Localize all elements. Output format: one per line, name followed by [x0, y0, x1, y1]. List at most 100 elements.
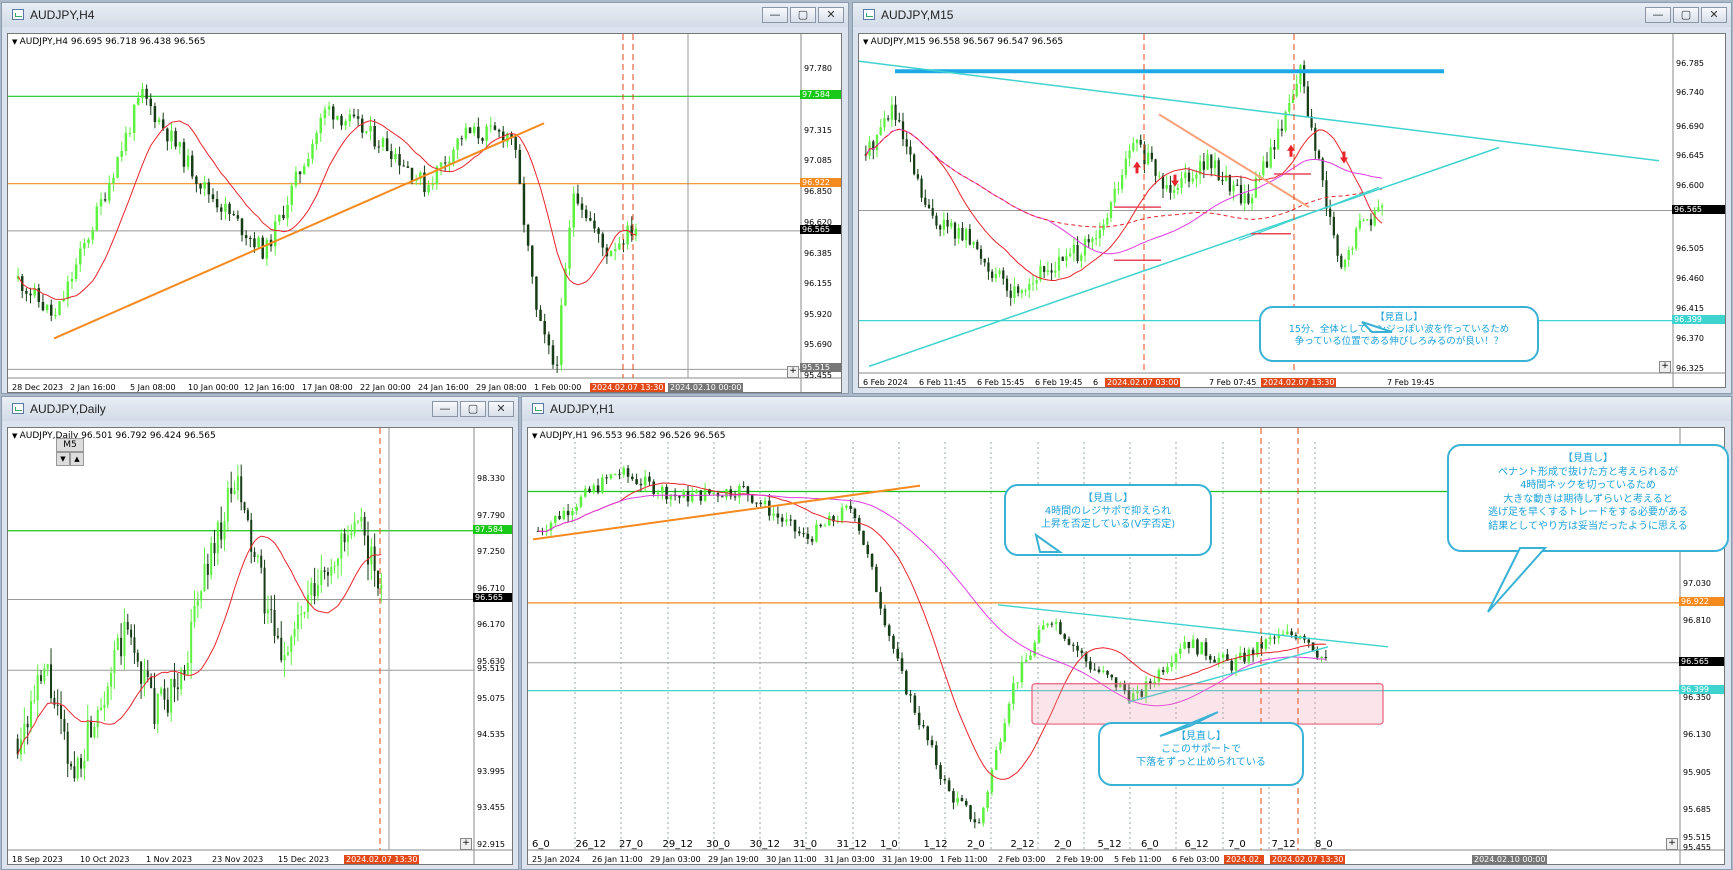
- bear-candle: [1213, 659, 1216, 663]
- bull-candle: [1362, 220, 1365, 222]
- window-daily[interactable]: AUDJPY,Daily — ▢ ✕ AUDJPY,Daily 96.501 9…: [1, 396, 519, 870]
- window-title: AUDJPY,M15: [881, 8, 954, 22]
- bear-candle: [916, 174, 919, 179]
- bull-candle: [1320, 657, 1323, 659]
- bull-candle: [489, 125, 493, 127]
- chart-header: AUDJPY,Daily 96.501 96.792 96.424 96.565: [12, 431, 216, 441]
- minimize-button[interactable]: —: [1645, 7, 1671, 23]
- bear-candle: [768, 500, 771, 516]
- chart-shift-icon[interactable]: +: [1666, 838, 1678, 850]
- price-label: 96.850: [804, 187, 832, 197]
- timeframe-up-icon[interactable]: ▲: [70, 452, 84, 466]
- bear-candle: [166, 699, 169, 713]
- price-label: 96.600: [1676, 181, 1704, 191]
- bear-candle: [103, 199, 107, 201]
- bear-candle: [626, 468, 630, 477]
- bull-candle: [1024, 290, 1027, 292]
- price-label: 96.325: [1676, 363, 1704, 373]
- chart-shift-icon[interactable]: +: [787, 366, 799, 378]
- bull-candle: [431, 184, 434, 186]
- bear-candle: [276, 635, 279, 638]
- bear-candle: [246, 510, 249, 520]
- chart-area-m15[interactable]: AUDJPY,M15 96.558 96.567 96.547 96.565 【…: [858, 33, 1726, 388]
- bear-candle: [331, 106, 335, 120]
- bull-candle: [875, 135, 879, 150]
- bear-candle: [1187, 172, 1191, 182]
- bull-candle: [1264, 639, 1268, 649]
- bear-candle: [733, 496, 737, 498]
- chart-area-h4[interactable]: AUDJPY,H4 96.695 96.718 96.438 96.565 97…: [7, 33, 842, 393]
- close-button[interactable]: ✕: [488, 401, 514, 417]
- bear-candle: [243, 502, 246, 511]
- bear-candle: [56, 704, 59, 706]
- close-button[interactable]: ✕: [1701, 7, 1727, 23]
- maximize-button[interactable]: ▢: [790, 7, 816, 23]
- moving-average-line: [17, 535, 382, 755]
- bull-candle: [91, 230, 94, 240]
- bear-candle: [1149, 681, 1152, 684]
- minimize-button[interactable]: —: [432, 401, 458, 417]
- chart-area-daily[interactable]: AUDJPY,Daily 96.501 96.792 96.424 96.565…: [7, 427, 513, 865]
- bull-candle: [1295, 83, 1298, 97]
- bear-candle: [1221, 179, 1224, 182]
- bull-candle: [1046, 623, 1049, 626]
- bull-candle: [33, 700, 36, 702]
- chart-shift-icon[interactable]: +: [1659, 361, 1671, 373]
- bear-candle: [1050, 623, 1054, 625]
- bull-candle: [226, 487, 229, 522]
- chart-header: AUDJPY,H1 96.553 96.582 96.526 96.565: [532, 431, 726, 441]
- bull-candle: [763, 500, 767, 505]
- bull-candle: [956, 798, 959, 803]
- bear-candle: [215, 199, 219, 208]
- bear-candle: [73, 766, 76, 779]
- bull-candle: [320, 570, 323, 586]
- maximize-button[interactable]: ▢: [1673, 7, 1699, 23]
- bear-candle: [70, 763, 73, 767]
- bear-candle: [253, 238, 256, 248]
- price-tag: 96.922: [1679, 596, 1724, 606]
- bear-candle: [373, 125, 376, 147]
- title-bar[interactable]: AUDJPY,H1: [522, 397, 1731, 421]
- title-bar[interactable]: AUDJPY,Daily — ▢ ✕: [2, 397, 518, 421]
- maximize-button[interactable]: ▢: [460, 401, 486, 417]
- timeframe-down-icon[interactable]: ▼: [56, 452, 70, 466]
- window-h4[interactable]: AUDJPY,H4 — ▢ ✕ AUDJPY,H4 96.695 96.718 …: [1, 2, 849, 394]
- bear-candle: [29, 293, 32, 296]
- bull-candle: [1132, 143, 1135, 151]
- bear-candle: [270, 609, 273, 611]
- bull-candle: [108, 183, 111, 201]
- bull-candle: [128, 132, 132, 134]
- window-m15[interactable]: AUDJPY,M15 — ▢ ✕ AUDJPY,M15 96.558 96.56…: [852, 2, 1732, 394]
- price-label: 96.155: [804, 278, 832, 288]
- bear-candle: [631, 476, 634, 480]
- price-tag: 96.922: [800, 177, 841, 187]
- bear-candle: [323, 570, 326, 572]
- bear-candle: [1169, 184, 1172, 193]
- bear-candle: [931, 208, 934, 216]
- timeframe-m5-button[interactable]: M5: [56, 438, 84, 452]
- bull-candle: [296, 614, 299, 630]
- bull-candle: [141, 88, 144, 98]
- bear-candle: [1325, 180, 1328, 209]
- price-label: 95.455: [1683, 843, 1711, 853]
- time-tag: 2024.02.07 13:30: [1270, 855, 1346, 864]
- minimize-button[interactable]: —: [762, 7, 788, 23]
- bear-candle: [584, 209, 588, 219]
- bear-candle: [539, 309, 542, 321]
- bear-candle: [1303, 65, 1306, 87]
- bull-candle: [327, 106, 331, 110]
- bull-candle: [439, 162, 443, 167]
- bull-candle: [302, 166, 306, 175]
- close-button[interactable]: ✕: [818, 7, 844, 23]
- bull-candle: [998, 270, 1001, 275]
- bear-candle: [1332, 216, 1335, 236]
- bull-candle: [46, 664, 49, 669]
- price-label: 96.370: [1676, 333, 1704, 343]
- title-bar[interactable]: AUDJPY,M15 — ▢ ✕: [853, 3, 1731, 27]
- bull-candle: [1225, 174, 1228, 182]
- price-label: 95.685: [1683, 804, 1711, 814]
- title-bar[interactable]: AUDJPY,H4 — ▢ ✕: [2, 3, 848, 27]
- chart-shift-icon[interactable]: +: [460, 838, 472, 850]
- bull-candle: [311, 144, 314, 159]
- time-label: 2 Jan 16:00: [70, 383, 116, 392]
